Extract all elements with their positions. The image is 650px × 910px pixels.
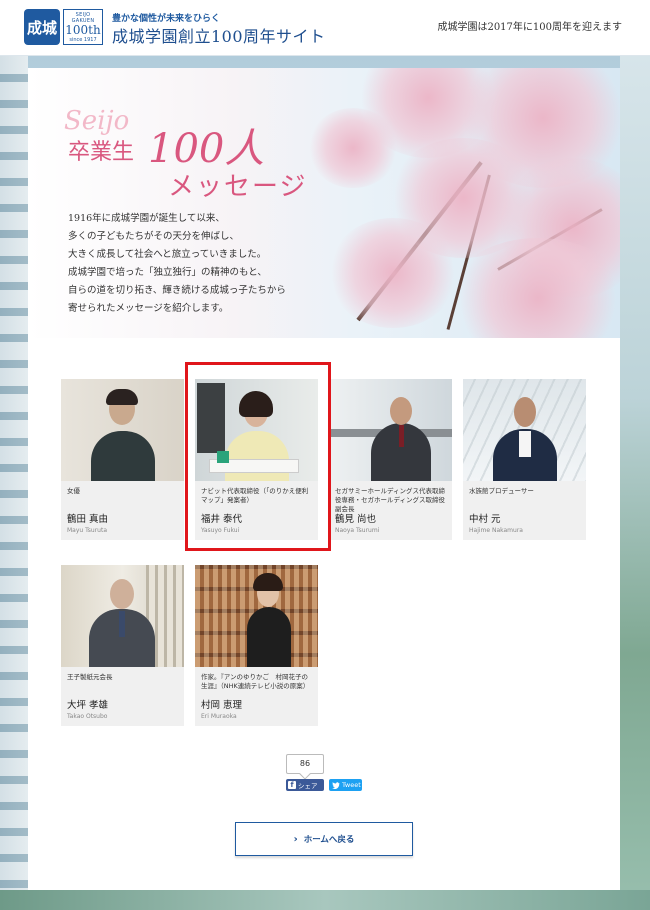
selection-highlight-box: [185, 362, 331, 551]
person-photo: [329, 379, 452, 481]
person-name-roman: Eri Muraoka: [201, 713, 237, 720]
badge-bottom-text: since 1917: [69, 37, 97, 43]
facebook-icon: f: [288, 781, 296, 789]
intro-line: 成城学園で培った「独立独行」の精神のもと、: [68, 267, 267, 278]
twitter-bird-icon: [332, 781, 340, 789]
intro-line: 1916年に成城学園が誕生して以来、: [68, 213, 225, 224]
site-header: 成城 SEIJO GAKUEN 100th since 1917 豊かな個性が未…: [0, 0, 650, 56]
person-role: 水族館プロデューサー: [469, 487, 534, 495]
badge-main-text: 100th: [65, 23, 101, 37]
person-card-otsubo[interactable]: 王子製紙元会長 大坪 孝雄 Takao Otsubo: [61, 565, 184, 726]
twitter-tweet-button[interactable]: Tweet: [329, 779, 362, 791]
person-photo: [195, 565, 318, 667]
person-name-roman: Naoya Tsurumi: [335, 527, 380, 534]
chevron-right-icon: ›: [293, 833, 298, 845]
hero-intro-text: 1916年に成城学園が誕生して以来、 多くの子どもたちがその天分を伸ばし、 大き…: [68, 210, 328, 318]
main-panel: Seijo 卒業生 100人 メッセージ 1916年に成城学園が誕生して以来、 …: [28, 68, 620, 890]
anniversary-note: 成城学園は2017年に100周年を迎えます: [437, 22, 622, 33]
site-title-link[interactable]: 成城学園創立100周年サイト: [112, 23, 326, 47]
person-card-tsuruta[interactable]: 女優 鶴田 真由 Mayu Tsuruta: [61, 379, 184, 540]
photo-figure: [91, 431, 155, 481]
photo-shirt: [519, 431, 531, 457]
person-name-roman: Mayu Tsuruta: [67, 527, 108, 534]
person-name: 鶴田 真由: [67, 514, 109, 525]
photo-face: [390, 397, 412, 425]
back-to-home-label: ホームへ戻る: [303, 835, 355, 845]
intro-line: 多くの子どもたちがその天分を伸ばし、: [68, 231, 240, 242]
person-photo: [61, 565, 184, 667]
person-name-roman: Takao Otsubo: [67, 713, 108, 720]
person-card-tsurumi[interactable]: セガサミーホールディングス代表取締役専務・セガホールディングス取締役副会長 鶴見…: [329, 379, 452, 540]
hero-title-message: メッセージ: [168, 172, 308, 202]
hero-script-seijo: Seijo: [64, 106, 130, 136]
cherry-blossom-cluster: [308, 108, 398, 188]
facebook-share-button[interactable]: f シェア: [286, 779, 324, 791]
person-role: 王子製紙元会長: [67, 673, 113, 681]
person-name: 鶴見 尚也: [335, 514, 377, 525]
person-photo: [463, 379, 586, 481]
person-role: 作家。『アンのゆりかご 村岡花子の生涯』（NHK連続テレビ小説の原案）: [201, 673, 310, 690]
facebook-share-label: シェア: [298, 782, 318, 790]
intro-line: 寄せられたメッセージを紹介します。: [68, 303, 229, 314]
photo-hair: [106, 389, 138, 405]
photo-tie: [119, 611, 125, 637]
person-role: セガサミーホールディングス代表取締役専務・セガホールディングス取締役副会長: [335, 487, 446, 513]
person-name-roman: Hajime Nakamura: [469, 527, 523, 534]
person-name: 中村 元: [469, 514, 501, 525]
background-building-left: [0, 56, 28, 910]
person-name: 村岡 恵理: [201, 700, 243, 711]
background-scenery-bottom: [0, 890, 650, 910]
share-count-bubble: 86: [286, 754, 324, 774]
background-scenery-right: [620, 56, 650, 910]
hero-title-graduates: 卒業生: [68, 140, 135, 165]
photo-tie: [399, 425, 404, 447]
photo-face: [110, 579, 134, 609]
photo-face: [514, 397, 536, 427]
person-photo: [61, 379, 184, 481]
100th-anniversary-badge[interactable]: SEIJO GAKUEN 100th since 1917: [63, 9, 103, 45]
intro-line: 自らの道を切り拓き、輝き続ける成城っ子たちから: [68, 285, 286, 296]
person-card-muraoka[interactable]: 作家。『アンのゆりかご 村岡花子の生涯』（NHK連続テレビ小説の原案） 村岡 恵…: [195, 565, 318, 726]
hero-banner: Seijo 卒業生 100人 メッセージ 1916年に成城学園が誕生して以来、 …: [28, 68, 620, 338]
photo-figure: [247, 607, 291, 667]
twitter-tweet-label: Tweet: [342, 781, 361, 789]
person-role: 女優: [67, 487, 80, 495]
intro-line: 大きく成長して社会へと旅立っていきました。: [68, 249, 267, 260]
person-name: 大坪 孝雄: [67, 700, 109, 711]
person-card-nakamura[interactable]: 水族館プロデューサー 中村 元 Hajime Nakamura: [463, 379, 586, 540]
seijo-emblem-logo[interactable]: 成城: [24, 9, 60, 45]
cherry-blossom-cluster: [328, 218, 458, 328]
back-to-home-button[interactable]: › ホームへ戻る: [235, 822, 413, 856]
